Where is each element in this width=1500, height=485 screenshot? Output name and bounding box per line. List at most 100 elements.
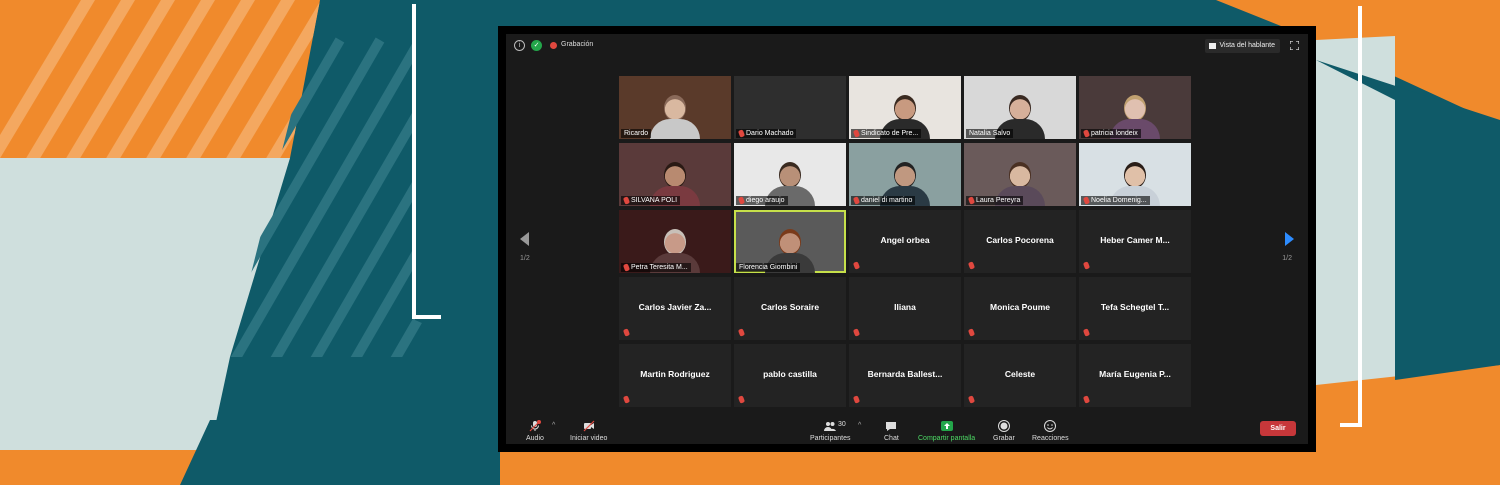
start-video-button[interactable]: Iniciar video xyxy=(570,418,607,442)
participant-video-tile[interactable]: Petra Teresita M... xyxy=(619,210,731,273)
microphone-muted-icon xyxy=(1082,261,1091,270)
microphone-muted-icon xyxy=(967,261,976,270)
participant-name-label: SILVANA POLI xyxy=(621,196,681,205)
shield-check-icon[interactable]: ✓ xyxy=(531,40,542,51)
participant-video-feed xyxy=(650,95,700,139)
participant-name-tile[interactable]: Monica Poume xyxy=(964,277,1076,340)
record-label: Grabar xyxy=(993,435,1015,442)
participant-name-tile[interactable]: Angel orbea xyxy=(849,210,961,273)
participant-name-text: Angel orbea xyxy=(880,235,930,245)
participant-name-tile[interactable]: Iliana xyxy=(849,277,961,340)
participant-name-text: SILVANA POLI xyxy=(631,197,678,204)
participant-name-tile[interactable]: Heber Camer M... xyxy=(1079,210,1191,273)
participant-name-text: Laura Pereyra xyxy=(976,197,1021,204)
participant-name-label: Sindicato de Pre... xyxy=(851,129,922,138)
microphone-muted-icon xyxy=(737,196,746,205)
participants-options-caret-icon[interactable]: ^ xyxy=(858,422,861,429)
participant-name-text: Ricardo xyxy=(624,130,649,137)
meeting-toolbar: Audio ^ Iniciar video Participantes 30 ^… xyxy=(506,418,1308,444)
participant-name-text: Celeste xyxy=(1004,369,1036,379)
next-page-arrow-icon[interactable] xyxy=(1285,232,1294,246)
fullscreen-icon[interactable] xyxy=(1290,41,1299,50)
audio-options-caret-icon[interactable]: ^ xyxy=(552,422,555,429)
recording-dot-icon xyxy=(550,42,557,49)
audio-label: Audio xyxy=(526,435,544,442)
info-icon[interactable]: i xyxy=(514,40,525,51)
participant-name-tile[interactable]: Tefa Schegtel T... xyxy=(1079,277,1191,340)
banner: i ✓ Grabación Vista del hablante 1/2 1/2… xyxy=(0,0,1500,485)
participant-name-tile[interactable]: Celeste xyxy=(964,344,1076,407)
participants-count: 30 xyxy=(838,421,846,428)
share-screen-button[interactable]: Compartir pantalla xyxy=(918,418,975,442)
participant-video-tile[interactable]: diego araujo xyxy=(734,143,846,206)
start-video-label: Iniciar video xyxy=(570,435,608,442)
microphone-muted-icon xyxy=(529,420,541,432)
participant-video-tile[interactable]: Florencia Giombini xyxy=(734,210,846,273)
microphone-muted-icon xyxy=(852,261,861,270)
video-off-icon xyxy=(583,420,595,432)
share-screen-label: Compartir pantalla xyxy=(918,435,976,442)
participant-video-tile[interactable]: Ricardo xyxy=(619,76,731,139)
participant-video-tile[interactable]: Sindicato de Pre... xyxy=(849,76,961,139)
participant-video-tile[interactable]: SILVANA POLI xyxy=(619,143,731,206)
reactions-smiley-icon xyxy=(1044,420,1057,432)
participant-name-text: daniel di martino xyxy=(861,197,913,204)
participant-name-text: pablo castilla xyxy=(763,369,817,379)
participant-name-text: Sindicato de Pre... xyxy=(861,130,919,137)
record-icon xyxy=(997,420,1010,432)
chat-button[interactable]: Chat xyxy=(884,418,899,442)
leave-button[interactable]: Salir xyxy=(1260,421,1296,436)
participant-name-text: Florencia Giombini xyxy=(739,264,798,271)
participant-name-label: patricia londeix xyxy=(1081,129,1141,138)
microphone-muted-icon xyxy=(622,328,631,337)
speaker-view-label: Vista del hablante xyxy=(1219,42,1275,49)
participant-name-tile[interactable]: Carlos Soraire xyxy=(734,277,846,340)
participant-video-tile[interactable]: Natalia Salvo xyxy=(964,76,1076,139)
meeting-canvas: i ✓ Grabación Vista del hablante 1/2 1/2… xyxy=(506,34,1308,444)
participant-name-text: Iliana xyxy=(894,302,916,312)
participant-name-text: Martin Rodriguez xyxy=(640,369,710,379)
chat-icon xyxy=(886,422,897,431)
microphone-muted-icon xyxy=(622,196,631,205)
reactions-button[interactable]: Reacciones xyxy=(1032,418,1069,442)
microphone-muted-icon xyxy=(852,328,861,337)
audio-button[interactable]: Audio xyxy=(526,418,544,442)
decorative-bracket-left xyxy=(412,4,441,319)
participants-icon xyxy=(824,422,837,431)
previous-page-arrow-icon[interactable] xyxy=(520,232,529,246)
participant-name-tile[interactable]: Martin Rodriguez xyxy=(619,344,731,407)
microphone-muted-icon xyxy=(622,263,631,272)
participant-name-text: Carlos Javier Za... xyxy=(638,302,712,312)
participant-video-tile[interactable]: Noelia Domenig... xyxy=(1079,143,1191,206)
page-indicator-right: 1/2 xyxy=(1282,255,1292,262)
grid-icon xyxy=(1209,43,1217,49)
microphone-muted-icon xyxy=(852,129,861,138)
participant-name-tile[interactable]: Carlos Javier Za... xyxy=(619,277,731,340)
participant-name-text: patricia londeix xyxy=(1091,130,1138,137)
participant-name-label: Noelia Domenig... xyxy=(1081,196,1150,205)
participant-video-tile[interactable]: patricia londeix xyxy=(1079,76,1191,139)
participant-name-tile[interactable]: pablo castilla xyxy=(734,344,846,407)
participant-video-tile[interactable]: daniel di martino xyxy=(849,143,961,206)
record-button[interactable]: Grabar xyxy=(993,418,1015,442)
microphone-muted-icon xyxy=(852,196,861,205)
participant-video-tile[interactable]: Laura Pereyra xyxy=(964,143,1076,206)
microphone-muted-icon xyxy=(1082,395,1091,404)
decorative-bracket-right xyxy=(1340,6,1362,427)
participant-name-label: Dario Machado xyxy=(736,129,797,138)
participant-name-tile[interactable]: Carlos Pocorena xyxy=(964,210,1076,273)
microphone-muted-icon xyxy=(967,395,976,404)
microphone-muted-icon xyxy=(622,395,631,404)
participant-name-text: Carlos Pocorena xyxy=(986,235,1054,245)
speaker-view-button[interactable]: Vista del hablante xyxy=(1205,39,1280,53)
participant-name-text: Bernarda Ballest... xyxy=(867,369,943,379)
participant-name-text: Noelia Domenig... xyxy=(1091,197,1147,204)
participant-name-text: Monica Poume xyxy=(990,302,1050,312)
microphone-muted-icon xyxy=(1082,328,1091,337)
participant-video-tile[interactable]: Dario Machado xyxy=(734,76,846,139)
page-indicator-left: 1/2 xyxy=(520,255,530,262)
participant-name-tile[interactable]: Bernarda Ballest... xyxy=(849,344,961,407)
microphone-muted-icon xyxy=(967,328,976,337)
meeting-window: i ✓ Grabación Vista del hablante 1/2 1/2… xyxy=(498,26,1316,452)
participant-name-tile[interactable]: María Eugenia P... xyxy=(1079,344,1191,407)
